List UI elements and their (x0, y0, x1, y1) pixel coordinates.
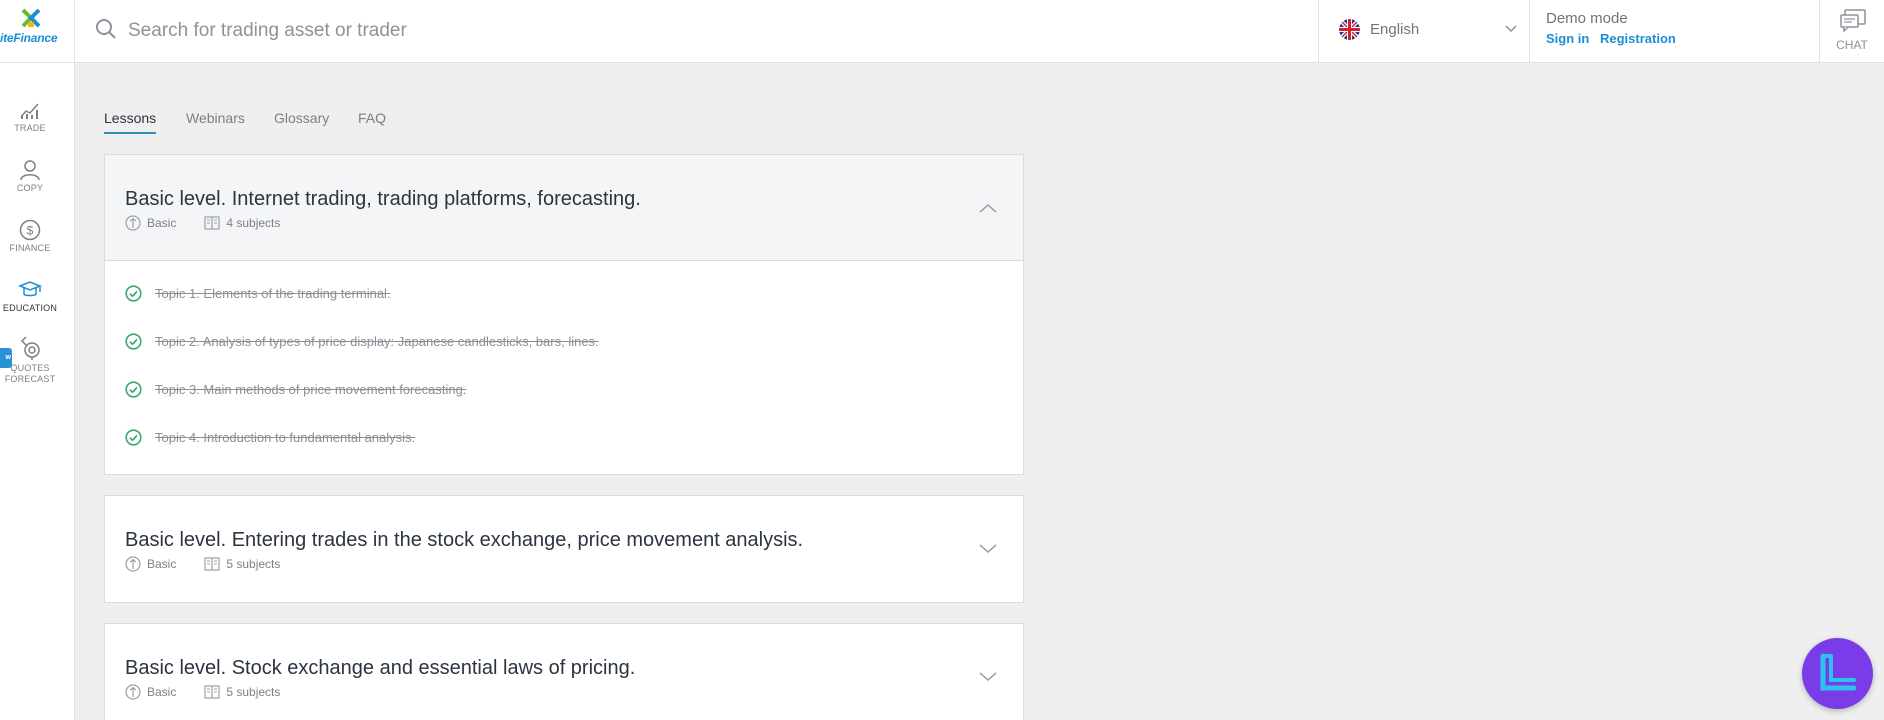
topic-title: Topic 1. Elements of the trading termina… (155, 286, 391, 301)
lesson-meta: Basic 5 subjects (125, 556, 280, 572)
topic-item[interactable]: Topic 3. Main methods of price movement … (105, 357, 1023, 405)
chevron-down-icon (979, 544, 997, 553)
language-selector[interactable]: English (1319, 0, 1530, 63)
chat-label: CHAT (1836, 38, 1868, 52)
demo-mode-label: Demo mode (1546, 10, 1628, 27)
lesson-meta: Basic 5 subjects (125, 684, 280, 700)
chart-icon (20, 103, 39, 119)
sidebar: TRADE COPY $ FINANCE EDUCATION w QUOTES (0, 63, 75, 720)
lesson-level: Basic (147, 557, 177, 571)
sidebar-item-label: TRADE (14, 123, 46, 133)
graduation-cap-icon (18, 281, 42, 297)
sidebar-item-label: FINANCE (9, 243, 51, 253)
lesson-card: Basic level. Stock exchange and essentia… (104, 623, 1024, 720)
sidebar-item-label: EDUCATION (2, 303, 58, 313)
sidebar-item-trade[interactable]: TRADE (0, 99, 60, 134)
sidebar-item-education[interactable]: EDUCATION (0, 279, 60, 314)
chevron-up-icon (979, 204, 997, 213)
level-icon (125, 556, 141, 572)
lesson-card: Basic level. Entering trades in the stoc… (104, 495, 1024, 603)
top-bar: iteFinance English Demo mode Sign in Reg… (0, 0, 1884, 63)
lesson-subjects: 5 subjects (226, 685, 281, 699)
search-input[interactable] (128, 15, 1278, 47)
topic-item[interactable]: Topic 1. Elements of the trading termina… (105, 261, 1023, 309)
search-bar (75, 0, 1319, 63)
sidebar-item-label: QUOTES (10, 363, 50, 373)
lesson-title: Basic level. Internet trading, trading p… (125, 188, 641, 210)
book-icon (204, 557, 220, 571)
sidebar-item-quotes-forecast[interactable]: QUOTES FORECAST (0, 335, 60, 385)
logo-text: iteFinance (0, 31, 58, 45)
lesson-card: Basic level. Internet trading, trading p… (104, 154, 1024, 475)
book-icon (204, 685, 220, 699)
brand-bubble-button[interactable] (1802, 638, 1873, 709)
sidebar-item-finance[interactable]: $ FINANCE (0, 219, 60, 254)
chat-icon (1840, 9, 1866, 33)
level-icon (125, 215, 141, 231)
registration-link[interactable]: Registration (1600, 31, 1676, 46)
topic-item[interactable]: Topic 4. Introduction to fundamental ana… (105, 405, 1023, 453)
lesson-title: Basic level. Stock exchange and essentia… (125, 657, 636, 679)
tab-lessons[interactable]: Lessons (104, 110, 157, 134)
logo[interactable]: iteFinance (0, 0, 75, 63)
topic-title: Topic 2. Analysis of types of price disp… (155, 334, 599, 349)
check-circle-icon (125, 285, 142, 302)
lesson-subjects: 5 subjects (226, 557, 281, 571)
sign-in-link[interactable]: Sign in (1546, 31, 1589, 46)
forecast-icon (20, 336, 40, 360)
lesson-level: Basic (147, 685, 177, 699)
topic-list: Topic 1. Elements of the trading termina… (105, 261, 1023, 463)
language-label: English (1370, 21, 1420, 38)
sidebar-item-label: COPY (16, 183, 44, 193)
uk-flag-icon (1339, 19, 1360, 40)
lesson-title: Basic level. Entering trades in the stoc… (125, 529, 804, 551)
dollar-icon: $ (19, 219, 41, 241)
brand-logo-icon (1820, 653, 1857, 691)
check-circle-icon (125, 333, 142, 350)
lesson-header[interactable]: Basic level. Entering trades in the stoc… (105, 496, 1023, 602)
lesson-header[interactable]: Basic level. Internet trading, trading p… (105, 155, 1023, 261)
lesson-header[interactable]: Basic level. Stock exchange and essentia… (105, 624, 1023, 720)
user-icon (20, 160, 40, 181)
lesson-subjects: 4 subjects (226, 216, 281, 230)
account-panel: Demo mode Sign in Registration (1530, 0, 1820, 63)
tab-glossary[interactable]: Glossary (274, 110, 329, 132)
tab-webinars[interactable]: Webinars (186, 110, 245, 132)
chevron-down-icon (1505, 25, 1517, 33)
chat-button[interactable]: CHAT (1820, 0, 1884, 63)
search-icon (96, 19, 116, 39)
topic-item[interactable]: Topic 2. Analysis of types of price disp… (105, 309, 1023, 357)
sidebar-item-copy[interactable]: COPY (0, 159, 60, 194)
logo-icon (21, 8, 41, 28)
check-circle-icon (125, 429, 142, 446)
lesson-level: Basic (147, 216, 177, 230)
topic-title: Topic 4. Introduction to fundamental ana… (155, 430, 416, 445)
tab-faq[interactable]: FAQ (358, 110, 386, 132)
level-icon (125, 684, 141, 700)
check-circle-icon (125, 381, 142, 398)
sidebar-item-label: FORECAST (4, 374, 56, 384)
svg-text:$: $ (27, 224, 34, 238)
chevron-down-icon (979, 672, 997, 681)
book-icon (204, 216, 220, 230)
lesson-meta: Basic 4 subjects (125, 215, 280, 231)
topic-title: Topic 3. Main methods of price movement … (155, 382, 467, 397)
